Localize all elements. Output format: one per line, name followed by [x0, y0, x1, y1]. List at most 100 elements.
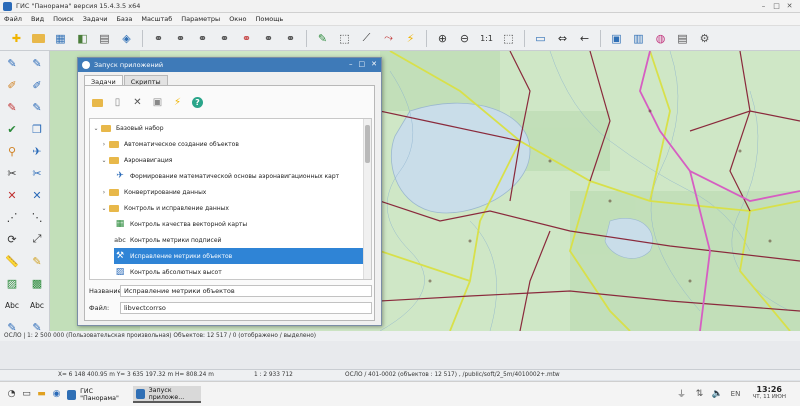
fill-icon[interactable]: ▩ — [27, 274, 47, 292]
file-field[interactable]: libvectcorrso — [120, 302, 372, 314]
split-icon[interactable]: ✂ — [27, 164, 47, 182]
edit-object-icon[interactable]: ✎ — [314, 30, 331, 47]
measure-icon[interactable]: ⟋ — [358, 30, 375, 47]
binoculars-group-icon[interactable]: ⚭ — [282, 30, 299, 47]
menu-view[interactable]: Вид — [31, 15, 44, 23]
task-panorama[interactable]: ГИС "Панорама" — [64, 386, 129, 403]
collapse-arrow-icon[interactable]: ⌄ — [100, 205, 108, 212]
hatch-icon[interactable]: ▨ — [2, 274, 22, 292]
layers-icon[interactable]: ◈ — [118, 30, 135, 47]
menu-parameters[interactable]: Параметры — [181, 15, 220, 23]
tree-row-selected[interactable]: ⚒ Исправление метрики объектов — [114, 248, 364, 264]
save-map-icon[interactable]: ◧ — [74, 30, 91, 47]
binoculars-icon[interactable]: ⚭ — [150, 30, 167, 47]
scrollbar-thumb[interactable] — [365, 125, 370, 163]
pin-icon[interactable]: ⚲ — [2, 142, 22, 160]
tree-row[interactable]: ▨ Контроль абсолютных высот — [114, 264, 364, 279]
open-folder-icon[interactable] — [30, 30, 47, 47]
minimize-icon[interactable]: – — [759, 2, 768, 11]
expand-arrow-icon[interactable]: › — [100, 189, 108, 196]
zoom-in-icon[interactable]: ⊕ — [434, 30, 451, 47]
task-run-apps[interactable]: Запуск приложе... — [133, 386, 201, 403]
fit-window-icon[interactable]: ⬚ — [500, 30, 517, 47]
binoculars-filter-icon[interactable]: ⚭ — [260, 30, 277, 47]
printer-icon[interactable]: ▤ — [674, 30, 691, 47]
keyboard-layout-icon[interactable]: EN — [730, 388, 741, 399]
zoom-out-icon[interactable]: ⊖ — [456, 30, 473, 47]
pencil-yellow-icon[interactable]: ✎ — [27, 252, 47, 270]
screen-export-icon[interactable]: ▥ — [630, 30, 647, 47]
map-list-icon[interactable]: ▣ — [608, 30, 625, 47]
delete-icon[interactable]: ✕ — [130, 95, 145, 110]
menu-window[interactable]: Окно — [229, 15, 246, 23]
pencil-line-icon[interactable]: ✎ — [27, 54, 47, 72]
expand-arrow-icon[interactable]: › — [100, 141, 108, 148]
dialog-minimize-icon[interactable]: – — [349, 60, 353, 68]
copy-object-icon[interactable]: ❐ — [27, 120, 47, 138]
edit-shape-icon[interactable]: ✎ — [27, 98, 47, 116]
tree-row[interactable]: › Автоматическое создание объектов — [100, 136, 364, 152]
binoculars-select-icon[interactable]: ⚭ — [194, 30, 211, 47]
files-icon[interactable]: ▬ — [36, 388, 47, 399]
draw-polygon-icon[interactable]: ✐ — [27, 76, 47, 94]
scale-one-to-one[interactable]: 1:1 — [478, 30, 495, 47]
move-map-icon[interactable]: ⇔ — [554, 30, 571, 47]
tree-row[interactable]: › Конвертирование данных — [100, 184, 364, 200]
tree-scrollbar[interactable] — [363, 119, 371, 279]
menu-search[interactable]: Поиск — [53, 15, 74, 23]
check-edit-icon[interactable]: ✔ — [2, 120, 22, 138]
print-icon[interactable]: ▤ — [96, 30, 113, 47]
tree-row[interactable]: ✈ Формирование математической основы аэр… — [114, 168, 364, 184]
tree-row[interactable]: ▦ Контроль качества векторной карты — [114, 216, 364, 232]
help-icon[interactable]: ? — [190, 95, 205, 110]
plane-icon[interactable]: ✈ — [27, 142, 47, 160]
name-field[interactable]: Исправление метрики объектов — [120, 285, 372, 297]
collapse-arrow-icon[interactable]: ⌄ — [92, 125, 100, 132]
text-tool-2[interactable]: Abc — [27, 296, 47, 314]
delete-object-icon[interactable]: ✕ — [27, 186, 47, 204]
binoculars-area-icon[interactable]: ⚭ — [216, 30, 233, 47]
tree-row[interactable]: ⌄ Базовый набор — [92, 120, 364, 136]
open-folder-icon[interactable] — [90, 95, 105, 110]
node-move-icon[interactable]: ⋱ — [27, 208, 47, 226]
usb-icon[interactable]: ⏚ — [676, 388, 687, 400]
menu-scale[interactable]: Масштаб — [141, 15, 172, 23]
settings-icon[interactable]: ⚙ — [696, 30, 713, 47]
rotate-icon[interactable]: ⟳ — [2, 230, 22, 248]
edit-point-icon[interactable]: ✎ — [2, 98, 22, 116]
browser-icon[interactable]: ◉ — [51, 388, 62, 399]
node-edit-icon[interactable]: ⋰ — [2, 208, 22, 226]
new-document-icon[interactable]: ✚ — [8, 30, 25, 47]
palette-icon[interactable]: ◍ — [652, 30, 669, 47]
run-icon[interactable]: ⚡ — [170, 95, 185, 110]
route-icon[interactable]: ⤳ — [380, 30, 397, 47]
save-icon[interactable]: ▣ — [150, 95, 165, 110]
open-map-icon[interactable]: ▦ — [52, 30, 69, 47]
menu-help[interactable]: Помощь — [255, 15, 283, 23]
clock[interactable]: 13:26 ЧТ, 11 ИЮН — [752, 385, 786, 400]
desktop-icon[interactable]: ▭ — [21, 388, 32, 399]
binoculars-next-icon[interactable]: ⚭ — [172, 30, 189, 47]
dialog-titlebar[interactable]: Запуск приложений – □ ✕ — [78, 58, 381, 72]
menu-database[interactable]: База — [116, 15, 132, 23]
pencil-icon[interactable]: ✎ — [2, 54, 22, 72]
cut-icon[interactable]: ✂ — [2, 164, 22, 182]
menu-file[interactable]: Файл — [4, 15, 22, 23]
select-object-icon[interactable]: ⬚ — [336, 30, 353, 47]
binoculars-red-icon[interactable]: ⚭ — [238, 30, 255, 47]
window-view-icon[interactable]: ▭ — [532, 30, 549, 47]
tree-row[interactable]: abc Контроль метрики подписей — [114, 232, 364, 248]
draw-polyline-icon[interactable]: ✐ — [2, 76, 22, 94]
ruler-icon[interactable]: 📏 — [2, 252, 22, 270]
volume-icon[interactable]: 🔈 — [712, 388, 723, 399]
menu-start-icon[interactable]: ◔ — [6, 388, 17, 399]
delete-red-icon[interactable]: ✕ — [2, 186, 22, 204]
maximize-icon[interactable]: □ — [772, 2, 781, 11]
new-file-icon[interactable]: ▯ — [110, 95, 125, 110]
dialog-maximize-icon[interactable]: □ — [359, 60, 366, 68]
tree-row[interactable]: ⌄ Контроль и исправление данных — [100, 200, 364, 216]
menu-tasks[interactable]: Задачи — [83, 15, 108, 23]
dialog-close-icon[interactable]: ✕ — [371, 60, 377, 68]
scale-object-icon[interactable]: ⤢ — [27, 230, 47, 248]
collapse-arrow-icon[interactable]: ⌄ — [100, 157, 108, 164]
